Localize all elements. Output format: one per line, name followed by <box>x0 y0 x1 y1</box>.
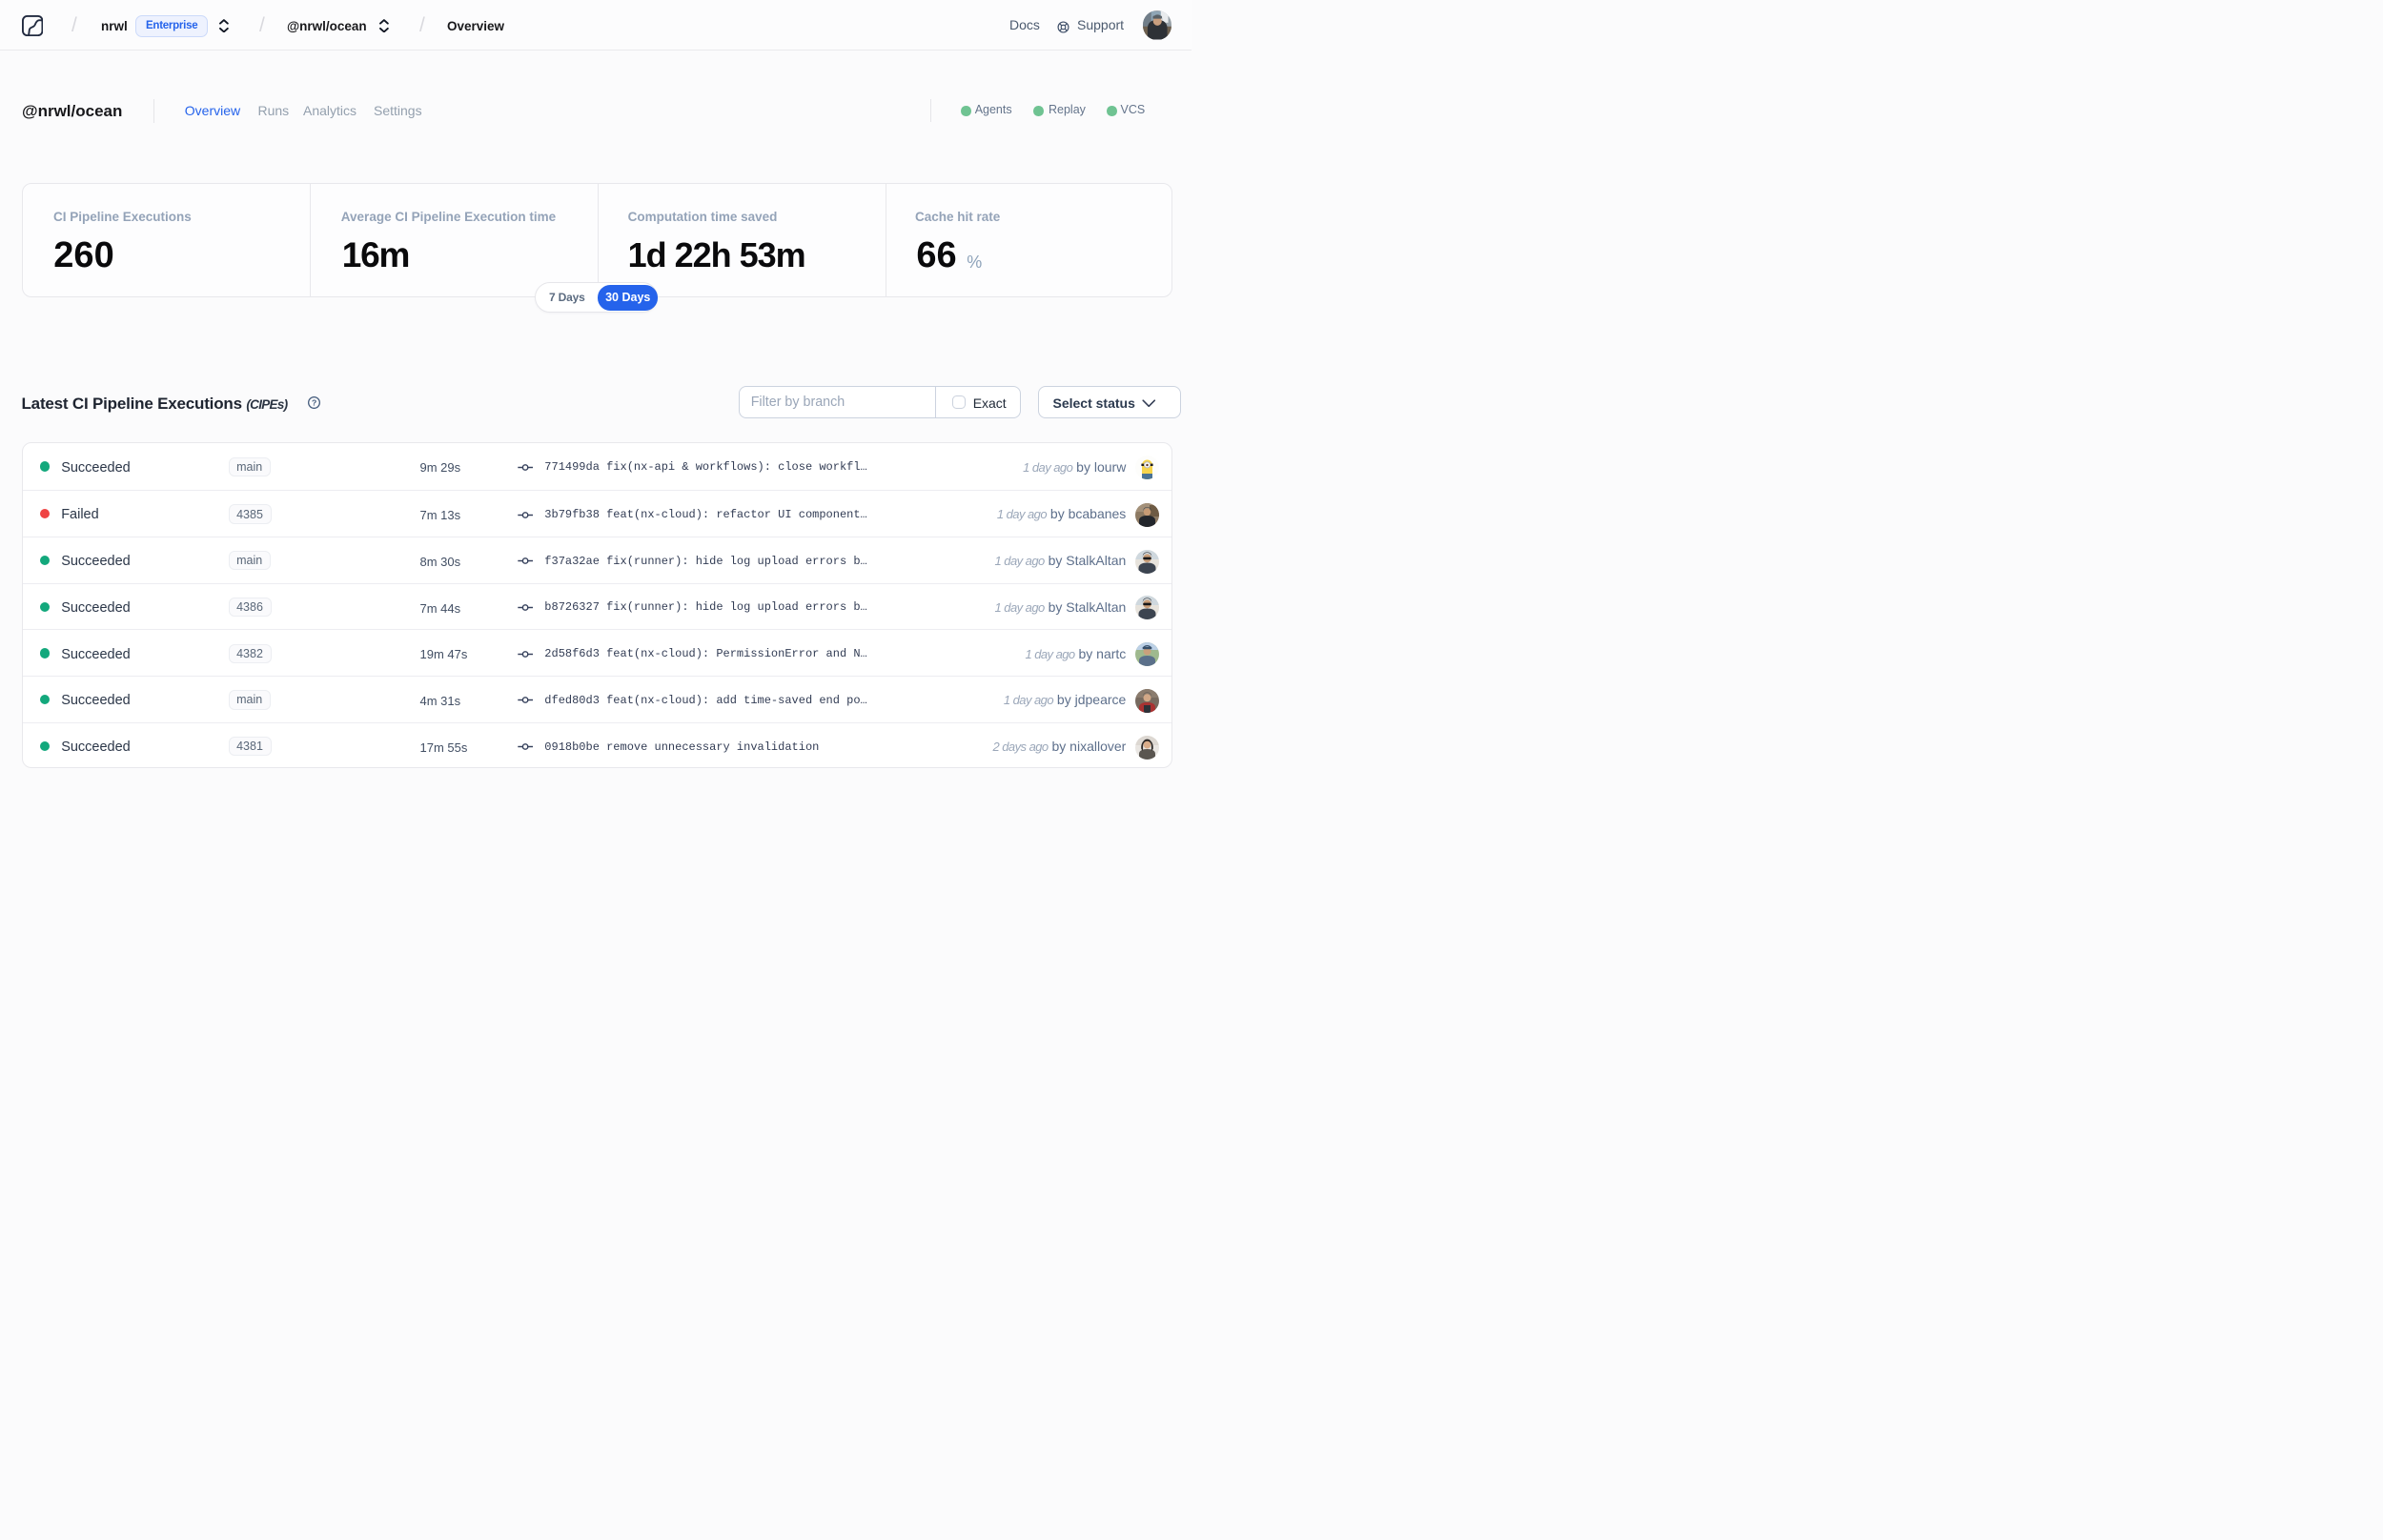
svg-text:?: ? <box>312 397 316 407</box>
